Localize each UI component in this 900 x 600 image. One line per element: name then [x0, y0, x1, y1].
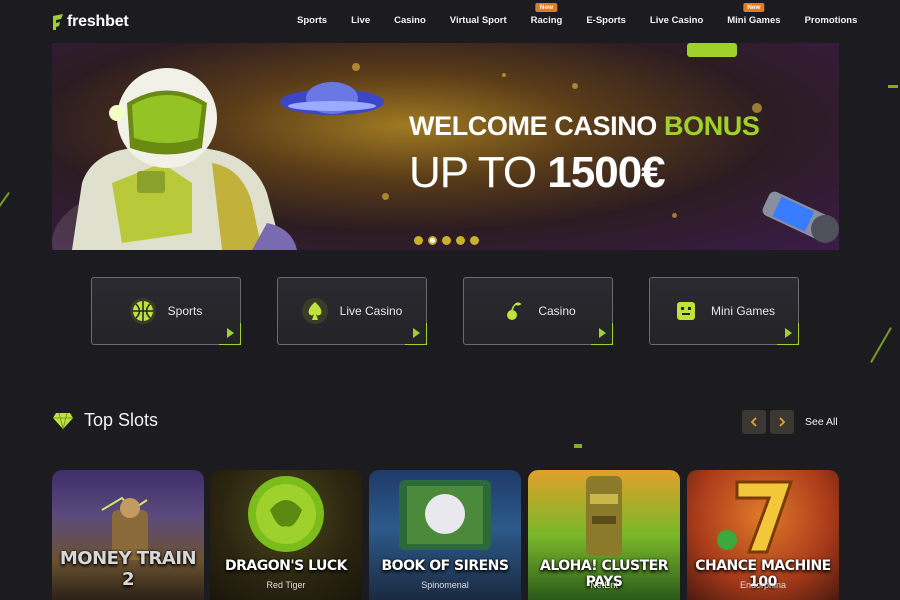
nav-label: Virtual Sport [449, 15, 507, 26]
decor-streak [0, 191, 10, 217]
see-all-link[interactable]: See All [805, 416, 838, 428]
game-tile-dragons-luck[interactable]: DRAGON'S LUCK Red Tiger [210, 470, 362, 600]
leaf-illustration [687, 43, 737, 57]
banner-sub-amount: 1500€ [547, 148, 665, 197]
brand-logo[interactable]: freshbet [52, 12, 129, 32]
category-label: Casino [538, 304, 576, 318]
game-provider: Endorphina [739, 580, 787, 590]
nav-live[interactable]: Live [339, 0, 382, 42]
category-live-casino[interactable]: Live Casino [277, 277, 427, 345]
play-arrow-icon [599, 328, 606, 338]
spade-icon [301, 298, 328, 324]
game-tile-aloha-cluster-pays[interactable]: ALOHA! CLUSTER PAYS NetEnt [528, 470, 680, 600]
category-label: Mini Games [710, 304, 775, 318]
banner-sub-prefix: UP TO [409, 148, 548, 197]
game-tile-chance-machine-100[interactable]: CHANCE MACHINE 100 Endorphina [687, 470, 839, 600]
carousel-dot[interactable] [470, 236, 479, 245]
cherry-icon [500, 298, 526, 324]
diamond-icon [53, 412, 73, 429]
nav-label: Live Casino [649, 15, 704, 26]
brand-name: freshbet [67, 13, 129, 30]
play-arrow-icon [413, 328, 420, 338]
nav-label: Racing [530, 15, 563, 26]
decor-sparkle [502, 73, 506, 77]
nav-label: Casino [394, 15, 426, 26]
game-tile-money-train-2[interactable]: MONEY TRAIN 2 [52, 470, 204, 600]
nav-racing[interactable]: New Racing [519, 0, 575, 42]
ufo-illustration [280, 82, 384, 115]
game-title: MONEY TRAIN 2 [59, 548, 197, 590]
nav-label: Mini Games [727, 15, 781, 26]
section-title: Top Slots [84, 410, 159, 430]
nav-label: Sports [297, 15, 328, 26]
banner-subtitle: UP TO 1500€ [409, 148, 666, 198]
new-badge: New [743, 3, 765, 12]
top-slots-header: Top Slots [52, 410, 158, 431]
decor-sparkle [672, 213, 677, 218]
decor-streak [574, 444, 582, 448]
decor-sparkle [382, 193, 389, 200]
decor-streak [870, 327, 892, 363]
promo-banner[interactable]: WELCOME CASINO BONUS UP TO 1500€ [52, 43, 839, 250]
carousel-dot[interactable] [442, 236, 451, 245]
game-title: BOOK OF SIRENS [381, 558, 509, 574]
game-provider: Red Tiger [266, 580, 306, 590]
category-casino[interactable]: Casino [463, 277, 613, 345]
basketball-icon [129, 298, 156, 324]
logo-icon [53, 14, 63, 30]
nav-live-casino[interactable]: Live Casino [638, 0, 715, 42]
new-badge: New [535, 3, 558, 12]
category-label: Live Casino [339, 304, 403, 318]
carousel-dots [414, 236, 479, 245]
play-arrow-icon [785, 328, 792, 338]
nav-label: Live [351, 15, 371, 26]
nav-promotions[interactable]: Promotions [793, 0, 870, 42]
carousel-dot[interactable] [428, 236, 437, 245]
main-nav: Sports Live Casino Virtual Sport New Raci… [285, 0, 869, 42]
capsule-illustration [762, 191, 839, 243]
game-tile-book-of-sirens[interactable]: BOOK OF SIRENS Spinomenal [369, 470, 521, 600]
nav-label: Promotions [804, 15, 858, 26]
game-icon [673, 298, 699, 324]
nav-casino[interactable]: Casino [382, 0, 438, 42]
top-header: freshbet Sports Live Casino Virtual Spor… [0, 0, 900, 42]
game-provider: Spinomenal [421, 580, 469, 590]
chevron-right-icon [779, 417, 786, 427]
slots-prev-button[interactable] [742, 410, 766, 434]
nav-e-sports[interactable]: E-Sports [574, 0, 638, 42]
nav-sports[interactable]: Sports [285, 0, 339, 42]
game-provider: NetEnt [590, 580, 618, 590]
category-sports[interactable]: Sports [91, 277, 241, 345]
carousel-dot[interactable] [456, 236, 465, 245]
nav-virtual-sport[interactable]: Virtual Sport [438, 0, 519, 42]
category-label: Sports [167, 304, 203, 318]
category-mini-games[interactable]: Mini Games [649, 277, 799, 345]
decor-sparkle [572, 83, 578, 89]
banner-title-accent: BONUS [664, 111, 760, 141]
play-arrow-icon [227, 328, 234, 338]
game-title: DRAGON'S LUCK [224, 558, 348, 574]
decor-streak [888, 85, 898, 88]
slots-next-button[interactable] [770, 410, 794, 434]
chevron-left-icon [750, 417, 757, 427]
banner-title-prefix: WELCOME CASINO [409, 111, 664, 141]
nav-mini-games[interactable]: New Mini Games [715, 0, 792, 42]
banner-title: WELCOME CASINO BONUS [409, 111, 760, 142]
nav-label: E-Sports [586, 15, 626, 26]
carousel-dot[interactable] [414, 236, 423, 245]
